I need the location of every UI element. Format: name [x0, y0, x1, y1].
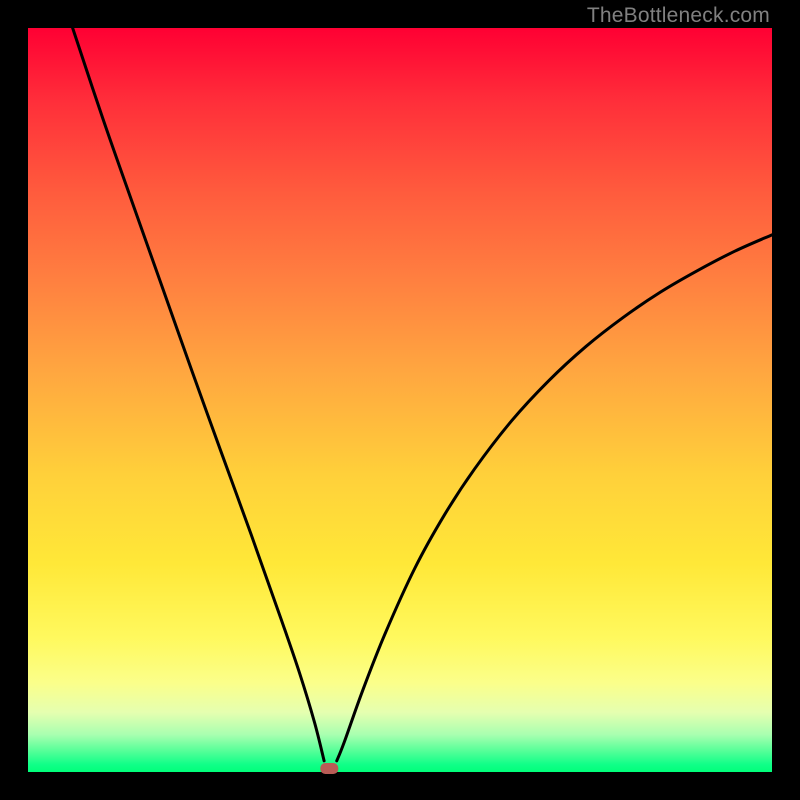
plot-area — [28, 28, 772, 772]
attribution-text: TheBottleneck.com — [587, 4, 770, 28]
curve-left-branch — [73, 28, 324, 761]
curve-layer — [28, 28, 772, 772]
minimum-marker — [320, 763, 338, 774]
chart-frame: TheBottleneck.com — [0, 0, 800, 800]
curve-right-branch — [337, 235, 772, 761]
